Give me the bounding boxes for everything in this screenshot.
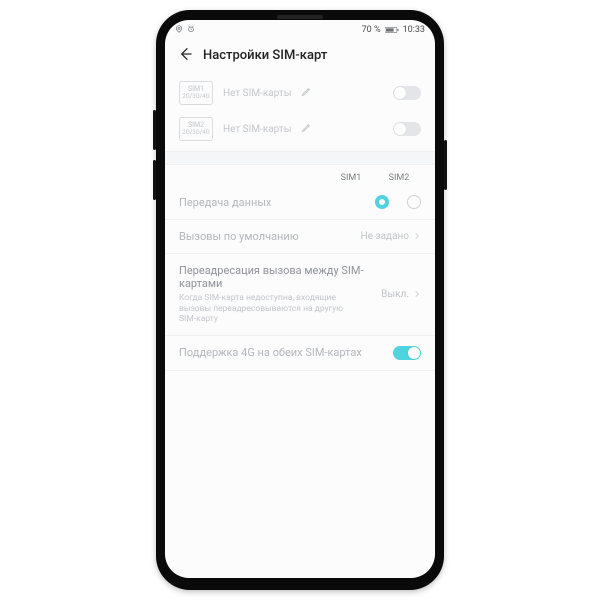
phone-speaker bbox=[277, 15, 323, 19]
volume-down-button bbox=[153, 160, 156, 200]
data-transfer-sim2-radio[interactable] bbox=[407, 195, 421, 209]
call-forward-value: Выкл. bbox=[381, 289, 409, 300]
row-data-transfer[interactable]: Передача данных bbox=[165, 185, 435, 220]
default-calls-value: Не задано bbox=[361, 231, 409, 242]
power-button bbox=[444, 140, 447, 190]
page-title: Настройки SIM-карт bbox=[203, 48, 327, 63]
dual-4g-toggle[interactable] bbox=[393, 346, 421, 360]
sim-chip-icon: SIM2 2G/3G/4G bbox=[179, 117, 213, 141]
page-header: Настройки SIM-карт bbox=[165, 38, 435, 75]
location-icon bbox=[175, 25, 183, 36]
chevron-right-icon bbox=[409, 230, 421, 243]
phone-frame: 70 % 10:33 Настройки SIM-карт SIM1 2G/3G… bbox=[156, 10, 444, 590]
row-dual-4g[interactable]: Поддержка 4G на обеих SIM-картах bbox=[165, 336, 435, 371]
column-sim1: SIM1 bbox=[337, 173, 365, 183]
volume-up-button bbox=[153, 110, 156, 150]
column-sim2: SIM2 bbox=[385, 173, 413, 183]
pencil-icon[interactable] bbox=[301, 86, 312, 100]
section-divider bbox=[165, 151, 435, 165]
pencil-icon[interactable] bbox=[301, 122, 312, 136]
status-time: 10:33 bbox=[403, 25, 425, 35]
data-transfer-label: Передача данных bbox=[179, 196, 375, 209]
screen: 70 % 10:33 Настройки SIM-карт SIM1 2G/3G… bbox=[165, 20, 435, 578]
alarm-icon bbox=[187, 25, 195, 36]
default-calls-label: Вызовы по умолчанию bbox=[179, 230, 361, 243]
sim2-status-label: Нет SIM-карты bbox=[223, 124, 291, 135]
sim1-status-label: Нет SIM-карты bbox=[223, 88, 291, 99]
call-forward-title: Переадресация вызова между SIM-картами bbox=[179, 264, 381, 290]
battery-icon bbox=[385, 26, 399, 34]
chevron-right-icon bbox=[409, 288, 421, 301]
row-call-forwarding[interactable]: Переадресация вызова между SIM-картами К… bbox=[165, 254, 435, 336]
sim-slot-2[interactable]: SIM2 2G/3G/4G Нет SIM-карты bbox=[165, 111, 435, 147]
dual-4g-label: Поддержка 4G на обеих SIM-картах bbox=[179, 346, 393, 359]
sim-column-headers: SIM1 SIM2 bbox=[165, 165, 435, 185]
row-default-calls[interactable]: Вызовы по умолчанию Не задано bbox=[165, 220, 435, 254]
sim-slot-1[interactable]: SIM1 2G/3G/4G Нет SIM-карты bbox=[165, 75, 435, 111]
status-bar: 70 % 10:33 bbox=[165, 20, 435, 38]
data-transfer-sim1-radio[interactable] bbox=[375, 195, 389, 209]
battery-percent: 70 % bbox=[362, 25, 381, 35]
sim2-toggle[interactable] bbox=[393, 122, 421, 136]
call-forward-desc: Когда SIM-карта недоступна, входящие выз… bbox=[179, 293, 349, 325]
sim-chip-icon: SIM1 2G/3G/4G bbox=[179, 81, 213, 105]
sim1-toggle[interactable] bbox=[393, 86, 421, 100]
back-icon[interactable] bbox=[177, 46, 193, 65]
